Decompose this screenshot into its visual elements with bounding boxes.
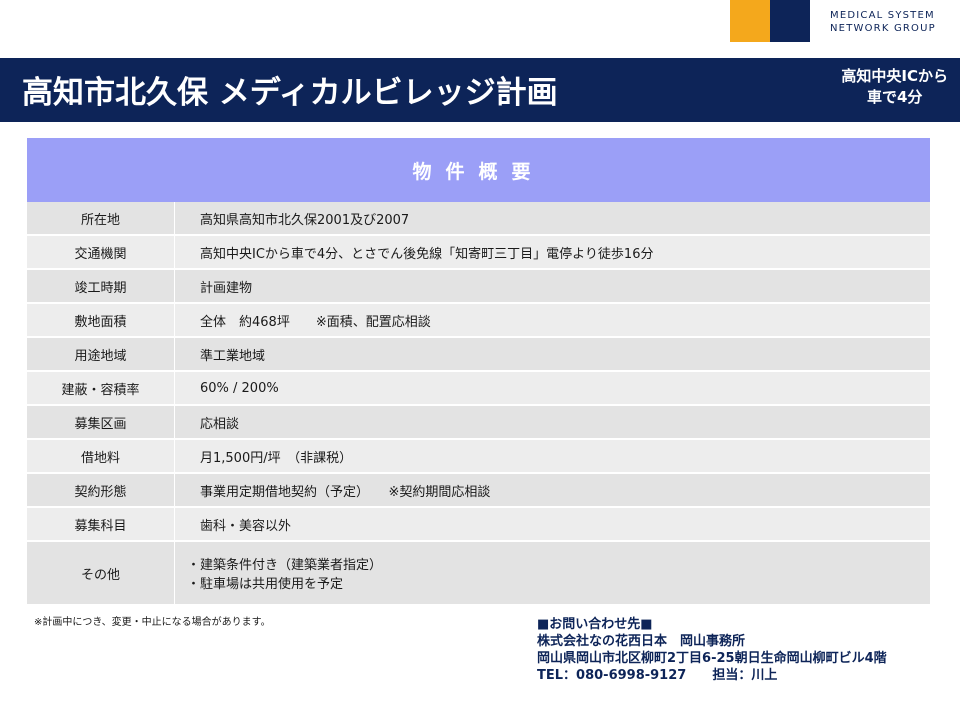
company-logo: MEDICAL SYSTEM NETWORK GROUP [830,9,936,35]
row-label: 募集科目 [27,508,175,540]
row-value: 高知県高知市北久保2001及び2007 [200,212,410,228]
row-label: 建蔽・容積率 [27,372,175,404]
logo-orange-block [730,0,770,42]
row-value-line-1: ・建築条件付き（建築業者指定） [187,558,383,573]
contact-info: ■お問い合わせ先■ 株式会社なの花西日本 岡山事務所 岡山県岡山市北区柳町2丁目… [537,616,887,684]
access-line-2: 車で4分 [866,88,923,106]
row-label: 所在地 [27,202,175,234]
row-label: その他 [27,542,175,604]
row-value: 全体 約468坪 ※面積、配置応相談 [200,314,431,330]
table-row: 敷地面積 全体 約468坪 ※面積、配置応相談 [27,304,930,338]
row-value: 計画建物 [200,280,253,296]
contact-company: 株式会社なの花西日本 岡山事務所 [537,634,746,649]
row-value: ・建築条件付き（建築業者指定） ・駐車場は共用使用を予定 [175,542,382,604]
property-summary-table: 物件概要 所在地 高知県高知市北久保2001及び2007 交通機関 高知中央IC… [27,138,930,606]
row-label: 交通機関 [27,236,175,268]
row-label: 募集区画 [27,406,175,438]
row-label: 契約形態 [27,474,175,506]
table-heading: 物件概要 [27,138,930,202]
row-value-line-2: ・駐車場は共用使用を予定 [187,577,344,592]
row-label: 用途地域 [27,338,175,370]
logo-line-1: MEDICAL SYSTEM [830,10,935,21]
logo-line-2: NETWORK GROUP [830,23,936,34]
title-banner: 高知市北久保 メディカルビレッジ計画 高知中央ICから 車で4分 [0,58,960,122]
access-line-1: 高知中央ICから [841,67,948,85]
row-value: 応相談 [200,416,240,432]
table-row: 交通機関 高知中央ICから車で4分、とさでん後免線「知寄町三丁目」電停より徒歩1… [27,236,930,270]
table-row: 建蔽・容積率 60% / 200% [27,372,930,406]
contact-tel: TEL：080-6998-9127 担当：川上 [537,668,778,683]
row-value: 60% / 200% [200,380,279,396]
row-label: 借地料 [27,440,175,472]
disclaimer-note: ※計画中につき、変更・中止になる場合があります。 [34,617,271,628]
table-row: 募集区画 応相談 [27,406,930,440]
logo-navy-block [770,0,810,42]
row-value: 準工業地域 [200,348,266,364]
table-row: その他 ・建築条件付き（建築業者指定） ・駐車場は共用使用を予定 [27,542,930,606]
table-row: 募集科目 歯科・美容以外 [27,508,930,542]
table-row: 契約形態 事業用定期借地契約（予定） ※契約期間応相談 [27,474,930,508]
row-label: 竣工時期 [27,270,175,302]
row-label: 敷地面積 [27,304,175,336]
access-info: 高知中央ICから 車で4分 [841,66,948,108]
table-row: 所在地 高知県高知市北久保2001及び2007 [27,202,930,236]
page-title: 高知市北久保 メディカルビレッジ計画 [22,75,558,111]
contact-address: 岡山県岡山市北区柳町2丁目6-25朝日生命岡山柳町ビル4階 [537,651,887,666]
row-value: 事業用定期借地契約（予定） ※契約期間応相談 [200,484,491,500]
table-row: 竣工時期 計画建物 [27,270,930,304]
row-value: 高知中央ICから車で4分、とさでん後免線「知寄町三丁目」電停より徒歩16分 [200,246,654,262]
table-row: 用途地域 準工業地域 [27,338,930,372]
contact-heading: ■お問い合わせ先■ [537,617,653,632]
row-value: 歯科・美容以外 [200,518,292,534]
row-value: 月1,500円/坪 （非課税） [200,450,353,466]
table-row: 借地料 月1,500円/坪 （非課税） [27,440,930,474]
